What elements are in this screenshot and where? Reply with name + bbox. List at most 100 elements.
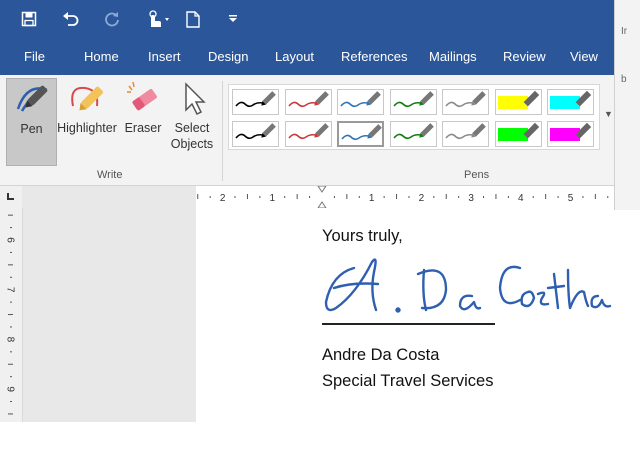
select-objects-label-1: Select bbox=[174, 121, 210, 135]
pen-swatch-pen[interactable] bbox=[389, 89, 437, 115]
ruler-tick bbox=[8, 413, 13, 415]
pen-icon bbox=[287, 91, 329, 108]
ruler-tick bbox=[10, 376, 12, 378]
ruler-tick bbox=[594, 194, 596, 199]
pen-icon bbox=[392, 91, 434, 108]
pen-swatch-pen[interactable] bbox=[232, 89, 279, 115]
pen-swatch-highlighter[interactable] bbox=[547, 89, 594, 115]
ruler-tick bbox=[396, 194, 398, 199]
tab-layout[interactable]: Layout bbox=[275, 39, 314, 75]
highlighter-tool-button[interactable]: Highlighter bbox=[56, 78, 118, 164]
pen-swatch-pen[interactable] bbox=[337, 121, 384, 147]
document-page[interactable]: Yours truly, Andre Da Costa Special Trav… bbox=[196, 208, 614, 422]
ruler-label: 3 bbox=[468, 193, 474, 204]
select-cursor-icon bbox=[185, 82, 206, 116]
pen-icon bbox=[16, 85, 47, 112]
tab-mailings[interactable]: Mailings bbox=[429, 39, 477, 75]
quick-access-toolbar bbox=[0, 0, 614, 39]
ruler-tick bbox=[309, 196, 311, 198]
pen-swatch-pen[interactable] bbox=[389, 121, 437, 147]
tab-insert[interactable]: Insert bbox=[148, 39, 181, 75]
select-objects-button[interactable]: Select Objects bbox=[168, 78, 216, 164]
ruler-tick bbox=[10, 276, 12, 278]
signature-line bbox=[322, 323, 495, 325]
select-objects-label-2: Objects bbox=[170, 137, 214, 151]
ruler-tick bbox=[10, 326, 12, 328]
pen-swatch-highlighter[interactable] bbox=[494, 121, 542, 147]
tab-view[interactable]: View bbox=[570, 39, 598, 75]
ruler-tick bbox=[8, 214, 13, 216]
highlighter-icon bbox=[550, 122, 592, 141]
signer-name: Andre Da Costa bbox=[322, 346, 440, 364]
ruler-tick bbox=[209, 196, 211, 198]
ribbon-draw: Pen Highlighter Eraser Select Objects Wr… bbox=[0, 75, 614, 186]
ruler-tick bbox=[383, 196, 385, 198]
horizontal-ruler[interactable]: 21123456 bbox=[196, 185, 623, 209]
ruler-tick bbox=[557, 196, 559, 198]
ruler-label: 8 bbox=[5, 337, 16, 343]
ruler-tick bbox=[197, 194, 199, 199]
tab-selector[interactable] bbox=[0, 186, 22, 208]
ruler-tick bbox=[483, 196, 485, 198]
tab-review[interactable]: Review bbox=[503, 39, 546, 75]
ruler-tick bbox=[10, 351, 12, 353]
vertical-ruler-marks: 6 7 8 9 bbox=[5, 214, 16, 415]
ruler-tick bbox=[284, 196, 286, 198]
eraser-tool-button[interactable]: Eraser bbox=[122, 78, 164, 164]
highlighter-tool-label: Highlighter bbox=[57, 121, 117, 135]
horizontal-ruler-marks: 21123456 bbox=[197, 185, 623, 209]
ruler-tick bbox=[8, 363, 13, 365]
pen-swatch-highlighter[interactable] bbox=[494, 89, 542, 115]
highlighter-icon bbox=[71, 86, 104, 111]
ruler-tick bbox=[234, 196, 236, 198]
eraser-tool-label: Eraser bbox=[124, 121, 162, 135]
pen-tool-button[interactable]: Pen bbox=[6, 78, 57, 166]
tab-design[interactable]: Design bbox=[208, 39, 248, 75]
tab-references[interactable]: References bbox=[341, 39, 407, 75]
eraser-icon bbox=[127, 81, 157, 111]
vertical-ruler[interactable]: 6 7 8 9 bbox=[0, 208, 23, 422]
ruler-tick bbox=[10, 251, 12, 253]
ruler-label: 5 bbox=[568, 193, 574, 204]
ruler-tick bbox=[296, 194, 298, 199]
pen-swatch-pen[interactable] bbox=[442, 89, 489, 115]
pens-gallery bbox=[228, 84, 600, 150]
customize-toolbar-icon[interactable] bbox=[226, 8, 240, 30]
tab-file[interactable]: File bbox=[24, 39, 45, 75]
tab-home[interactable]: Home bbox=[84, 39, 119, 75]
ruler-label: 9 bbox=[5, 386, 16, 392]
indent-marker bbox=[317, 185, 327, 209]
new-document-icon[interactable] bbox=[184, 8, 202, 30]
ruler-tick bbox=[10, 227, 12, 229]
pen-swatch-pen[interactable] bbox=[284, 121, 332, 147]
ruler-label: 1 bbox=[369, 193, 375, 204]
highlighter-icon bbox=[497, 122, 539, 141]
ruler-tick bbox=[445, 194, 447, 199]
pen-swatch-pen[interactable] bbox=[232, 121, 279, 147]
ruler-tick bbox=[8, 264, 13, 266]
pen-swatch-pen[interactable] bbox=[442, 121, 489, 147]
ruler-label: 6 bbox=[5, 237, 16, 243]
gallery-more-icon[interactable]: ▼ bbox=[604, 109, 613, 119]
ruler-tick bbox=[433, 196, 435, 198]
pen-swatch-pen[interactable] bbox=[337, 89, 384, 115]
ruler-tick bbox=[507, 196, 509, 198]
save-icon[interactable] bbox=[18, 8, 40, 30]
touch-mode-icon[interactable] bbox=[144, 8, 172, 30]
pen-icon bbox=[340, 91, 381, 108]
redo-icon[interactable] bbox=[101, 8, 123, 30]
pen-icon bbox=[235, 91, 276, 108]
ruler-tick bbox=[8, 314, 13, 316]
document-area: 21123456 6789 Yours truly, Andre Da Cos bbox=[0, 185, 623, 422]
ruler-tick bbox=[346, 194, 348, 199]
ruler-tick bbox=[495, 194, 497, 199]
highlighter-icon bbox=[497, 90, 539, 109]
pen-icon bbox=[392, 123, 434, 140]
pen-swatch-highlighter[interactable] bbox=[547, 121, 594, 147]
ruler-tick bbox=[358, 196, 360, 198]
pen-tool-label: Pen bbox=[20, 122, 43, 136]
undo-icon[interactable] bbox=[60, 8, 82, 30]
pen-swatch-pen[interactable] bbox=[284, 89, 332, 115]
pen-icon bbox=[341, 124, 382, 141]
ruler-label: 2 bbox=[220, 193, 226, 204]
